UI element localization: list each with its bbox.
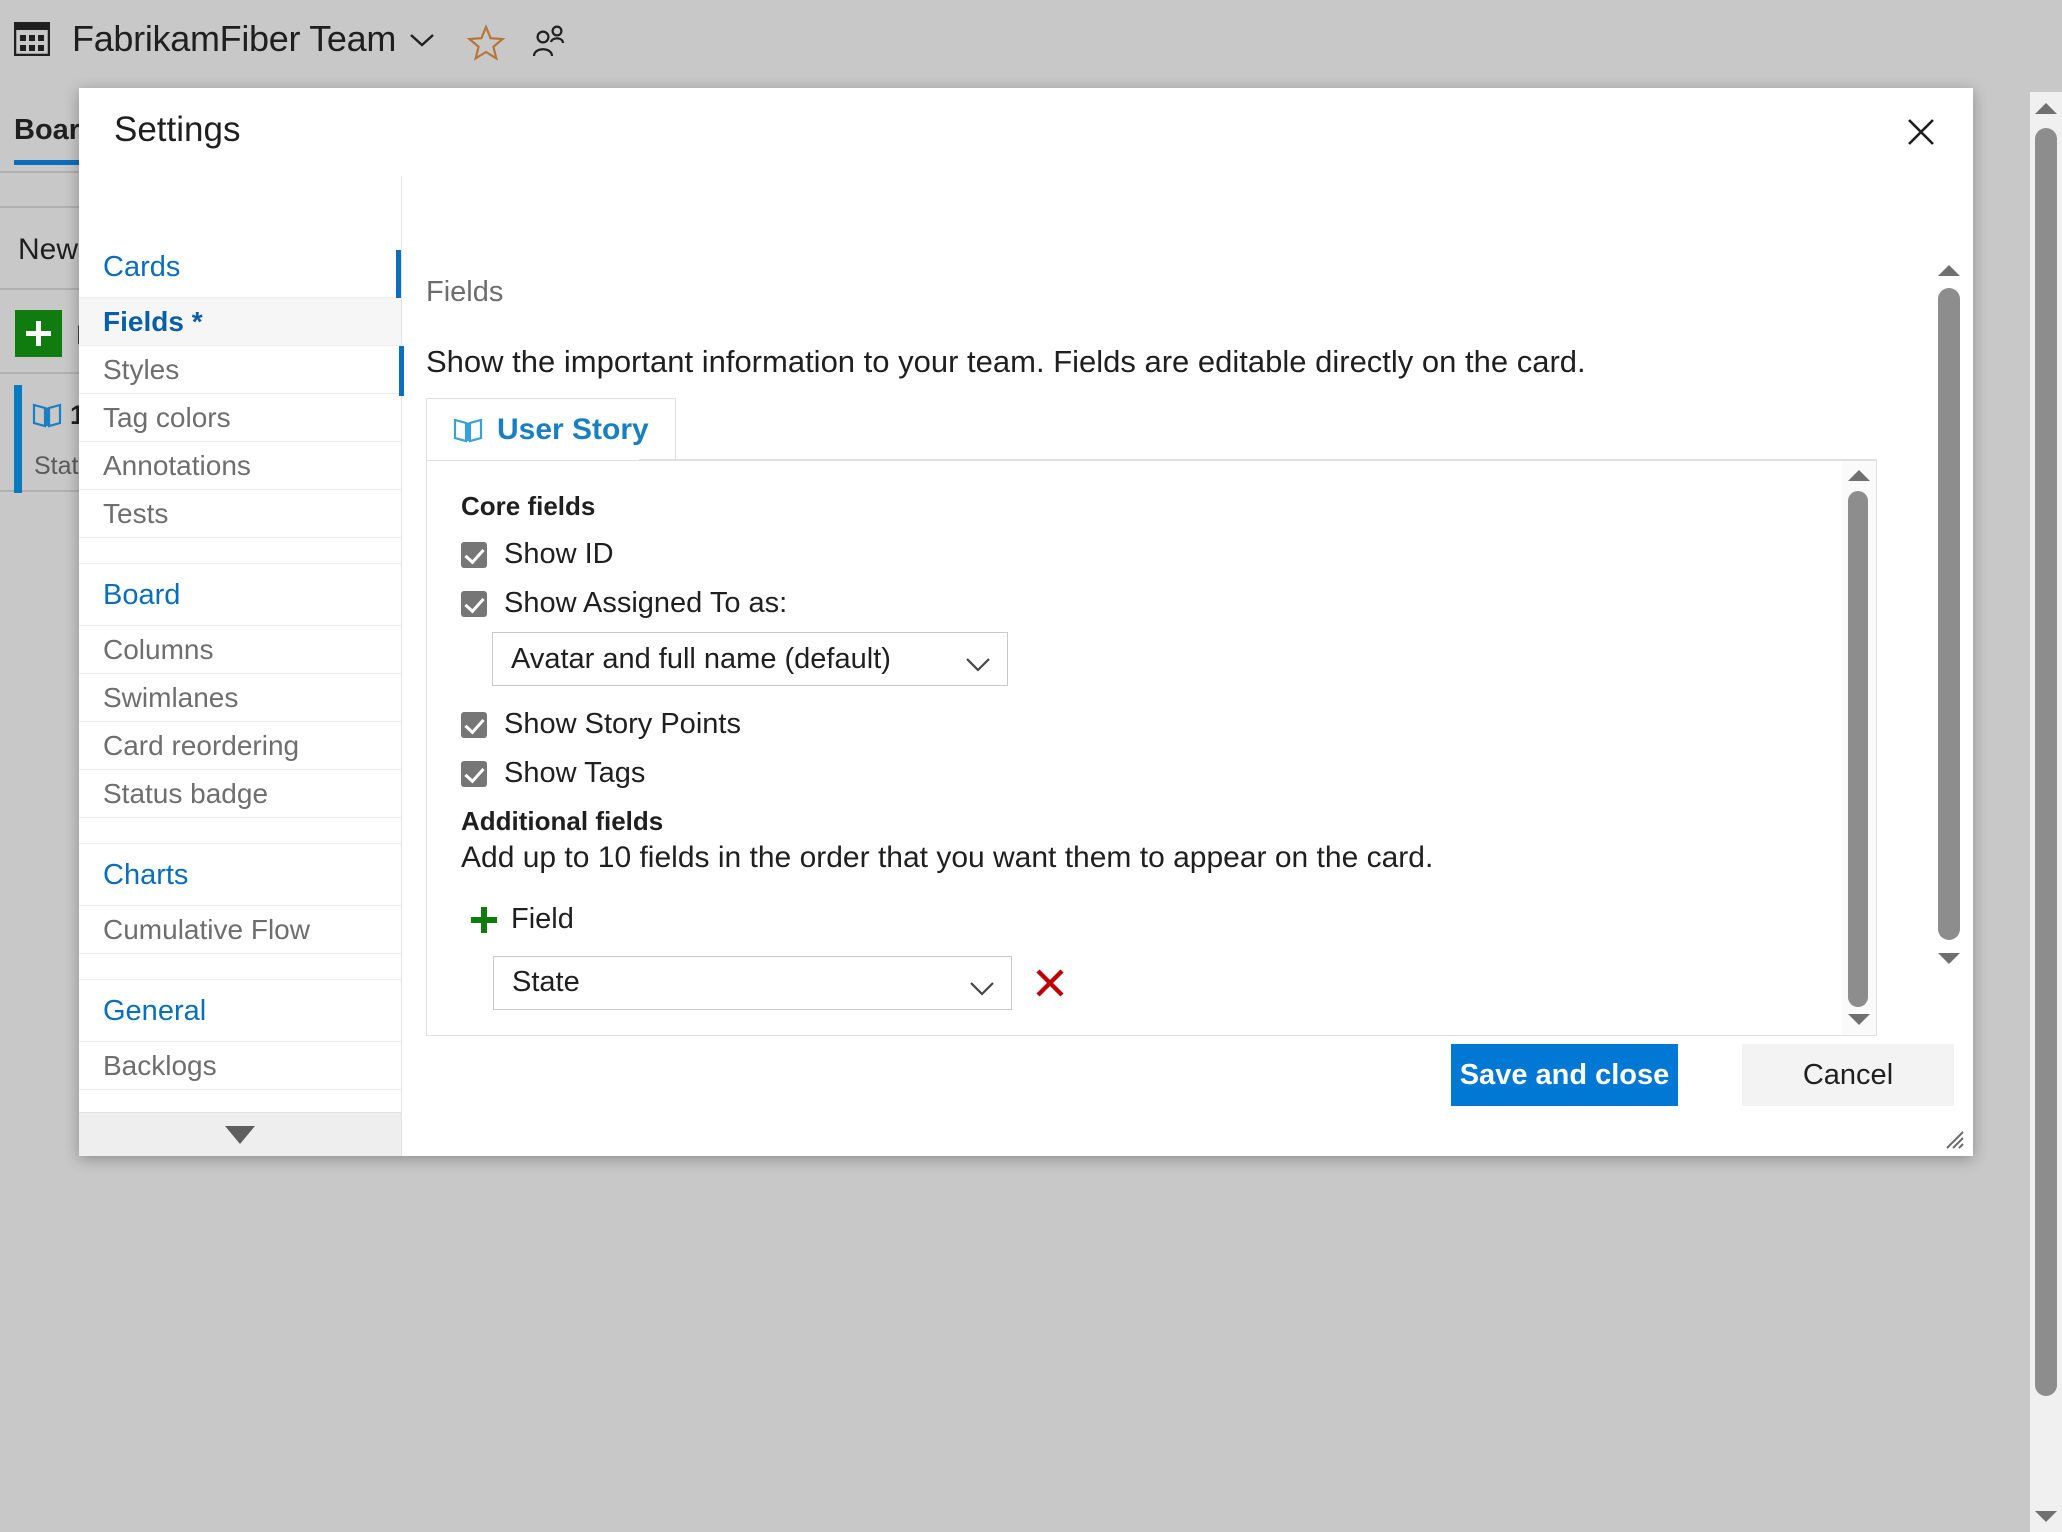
sidebar-item-swimlanes[interactable]: Swimlanes [79,674,401,722]
tab-label: User Story [497,412,649,446]
show-story-points-label: Show Story Points [504,708,741,740]
additional-fields-hint: Add up to 10 fields in the order that yo… [461,841,1434,874]
scroll-down-button[interactable] [2030,1500,2062,1532]
show-story-points-row[interactable]: Show Story Points [461,708,1842,741]
settings-nav-list: Cards Fields * Styles Tag colors Annotations… [79,236,401,1090]
sidebar-item-card-reordering[interactable]: Card reordering [79,722,401,770]
nav-group-separator [79,538,401,564]
divider-line [0,372,79,374]
triangle-up-icon [2035,103,2057,114]
settings-dialog: Settings Cards Fields * Styles Tag colors An… [79,88,1973,1156]
show-id-checkbox[interactable] [461,541,487,568]
nav-group-charts[interactable]: Charts [79,844,401,906]
show-assigned-to-row[interactable]: Show Assigned To as: [461,587,1842,620]
core-fields-heading: Core fields [461,491,596,521]
user-story-book-icon [453,417,483,443]
sidebar-item-columns[interactable]: Columns [79,626,401,674]
panel-scrollbar[interactable] [1842,461,1876,1035]
show-id-label: Show ID [504,538,614,570]
pane-scroll-up-button[interactable] [1933,254,1965,286]
sidebar-item-annotations[interactable]: Annotations [79,442,401,490]
triangle-down-icon [2035,1511,2057,1522]
dialog-title: Settings [114,110,241,149]
page-title: Fields [426,276,504,308]
show-assigned-to-label: Show Assigned To as: [504,587,788,619]
main-pane-scrollbar[interactable] [1933,254,1965,974]
scroll-up-button[interactable] [2030,92,2062,124]
board-column-header-new: New [18,233,79,266]
panel-scroll-thumb[interactable] [1848,491,1868,1007]
dialog-footer: Save and close Cancel [79,992,1973,1156]
add-field-button[interactable]: Field [471,903,574,936]
triangle-up-icon [1938,265,1960,276]
divider-line [0,206,79,208]
chevron-down-icon [965,649,991,682]
nav-group-separator [79,954,401,980]
divider-line [0,288,79,290]
show-assigned-to-checkbox[interactable] [461,590,487,617]
sidebar-item-status-badge[interactable]: Status badge [79,770,401,818]
close-icon[interactable] [1891,104,1951,160]
sidebar-item-cumulative-flow[interactable]: Cumulative Flow [79,906,401,954]
additional-fields-heading: Additional fields [461,806,664,836]
show-tags-row[interactable]: Show Tags [461,757,1842,790]
show-id-row[interactable]: Show ID [461,538,1842,571]
tab-user-story[interactable]: User Story [426,398,676,460]
nav-group-cards[interactable]: Cards [79,236,401,298]
assigned-to-display-value: Avatar and full name (default) [511,642,891,675]
team-name: FabrikamFiber Team [72,18,397,59]
nav-group-separator [79,818,401,844]
sidebar-item-tag-colors[interactable]: Tag colors [79,394,401,442]
pane-scroll-thumb[interactable] [1938,288,1960,940]
sidebar-item-fields[interactable]: Fields * [79,298,401,346]
new-item-button[interactable] [15,310,62,357]
people-icon[interactable] [528,22,568,62]
sidebar-item-tests[interactable]: Tests [79,490,401,538]
assigned-to-display-select[interactable]: Avatar and full name (default) [492,632,1008,686]
divider-line [0,490,79,492]
show-story-points-checkbox[interactable] [461,711,487,738]
card-type-stripe [14,385,22,493]
grid-org-icon [13,21,51,57]
fields-panel: Core fields Show ID Show Assigned To as:… [426,460,1877,1036]
app-header: FabrikamFiber Team [0,0,2062,92]
save-and-close-button[interactable]: Save and close [1451,1044,1678,1106]
fields-panel-content: Core fields Show ID Show Assigned To as:… [427,461,1842,1035]
show-tags-label: Show Tags [504,757,646,789]
resize-grip-icon[interactable] [1939,1124,1965,1150]
sidebar-item-styles[interactable]: Styles [79,346,401,394]
panel-scroll-up-button[interactable] [1842,461,1876,491]
triangle-up-icon [1848,470,1870,481]
pane-scroll-down-button[interactable] [1933,942,1965,974]
scroll-thumb[interactable] [2035,128,2057,1396]
triangle-down-icon [1938,953,1960,964]
show-tags-checkbox[interactable] [461,760,487,787]
user-story-book-icon [32,402,62,428]
cancel-button[interactable]: Cancel [1742,1044,1954,1106]
chevron-down-icon[interactable] [408,30,436,50]
nav-group-board[interactable]: Board [79,564,401,626]
star-icon[interactable] [466,23,506,63]
add-field-label: Field [511,903,574,935]
plus-icon [471,906,497,933]
work-item-type-tabs: User Story [426,398,1877,460]
page-description: Show the important information to your t… [426,344,1586,379]
page-scrollbar[interactable] [2030,92,2062,1532]
